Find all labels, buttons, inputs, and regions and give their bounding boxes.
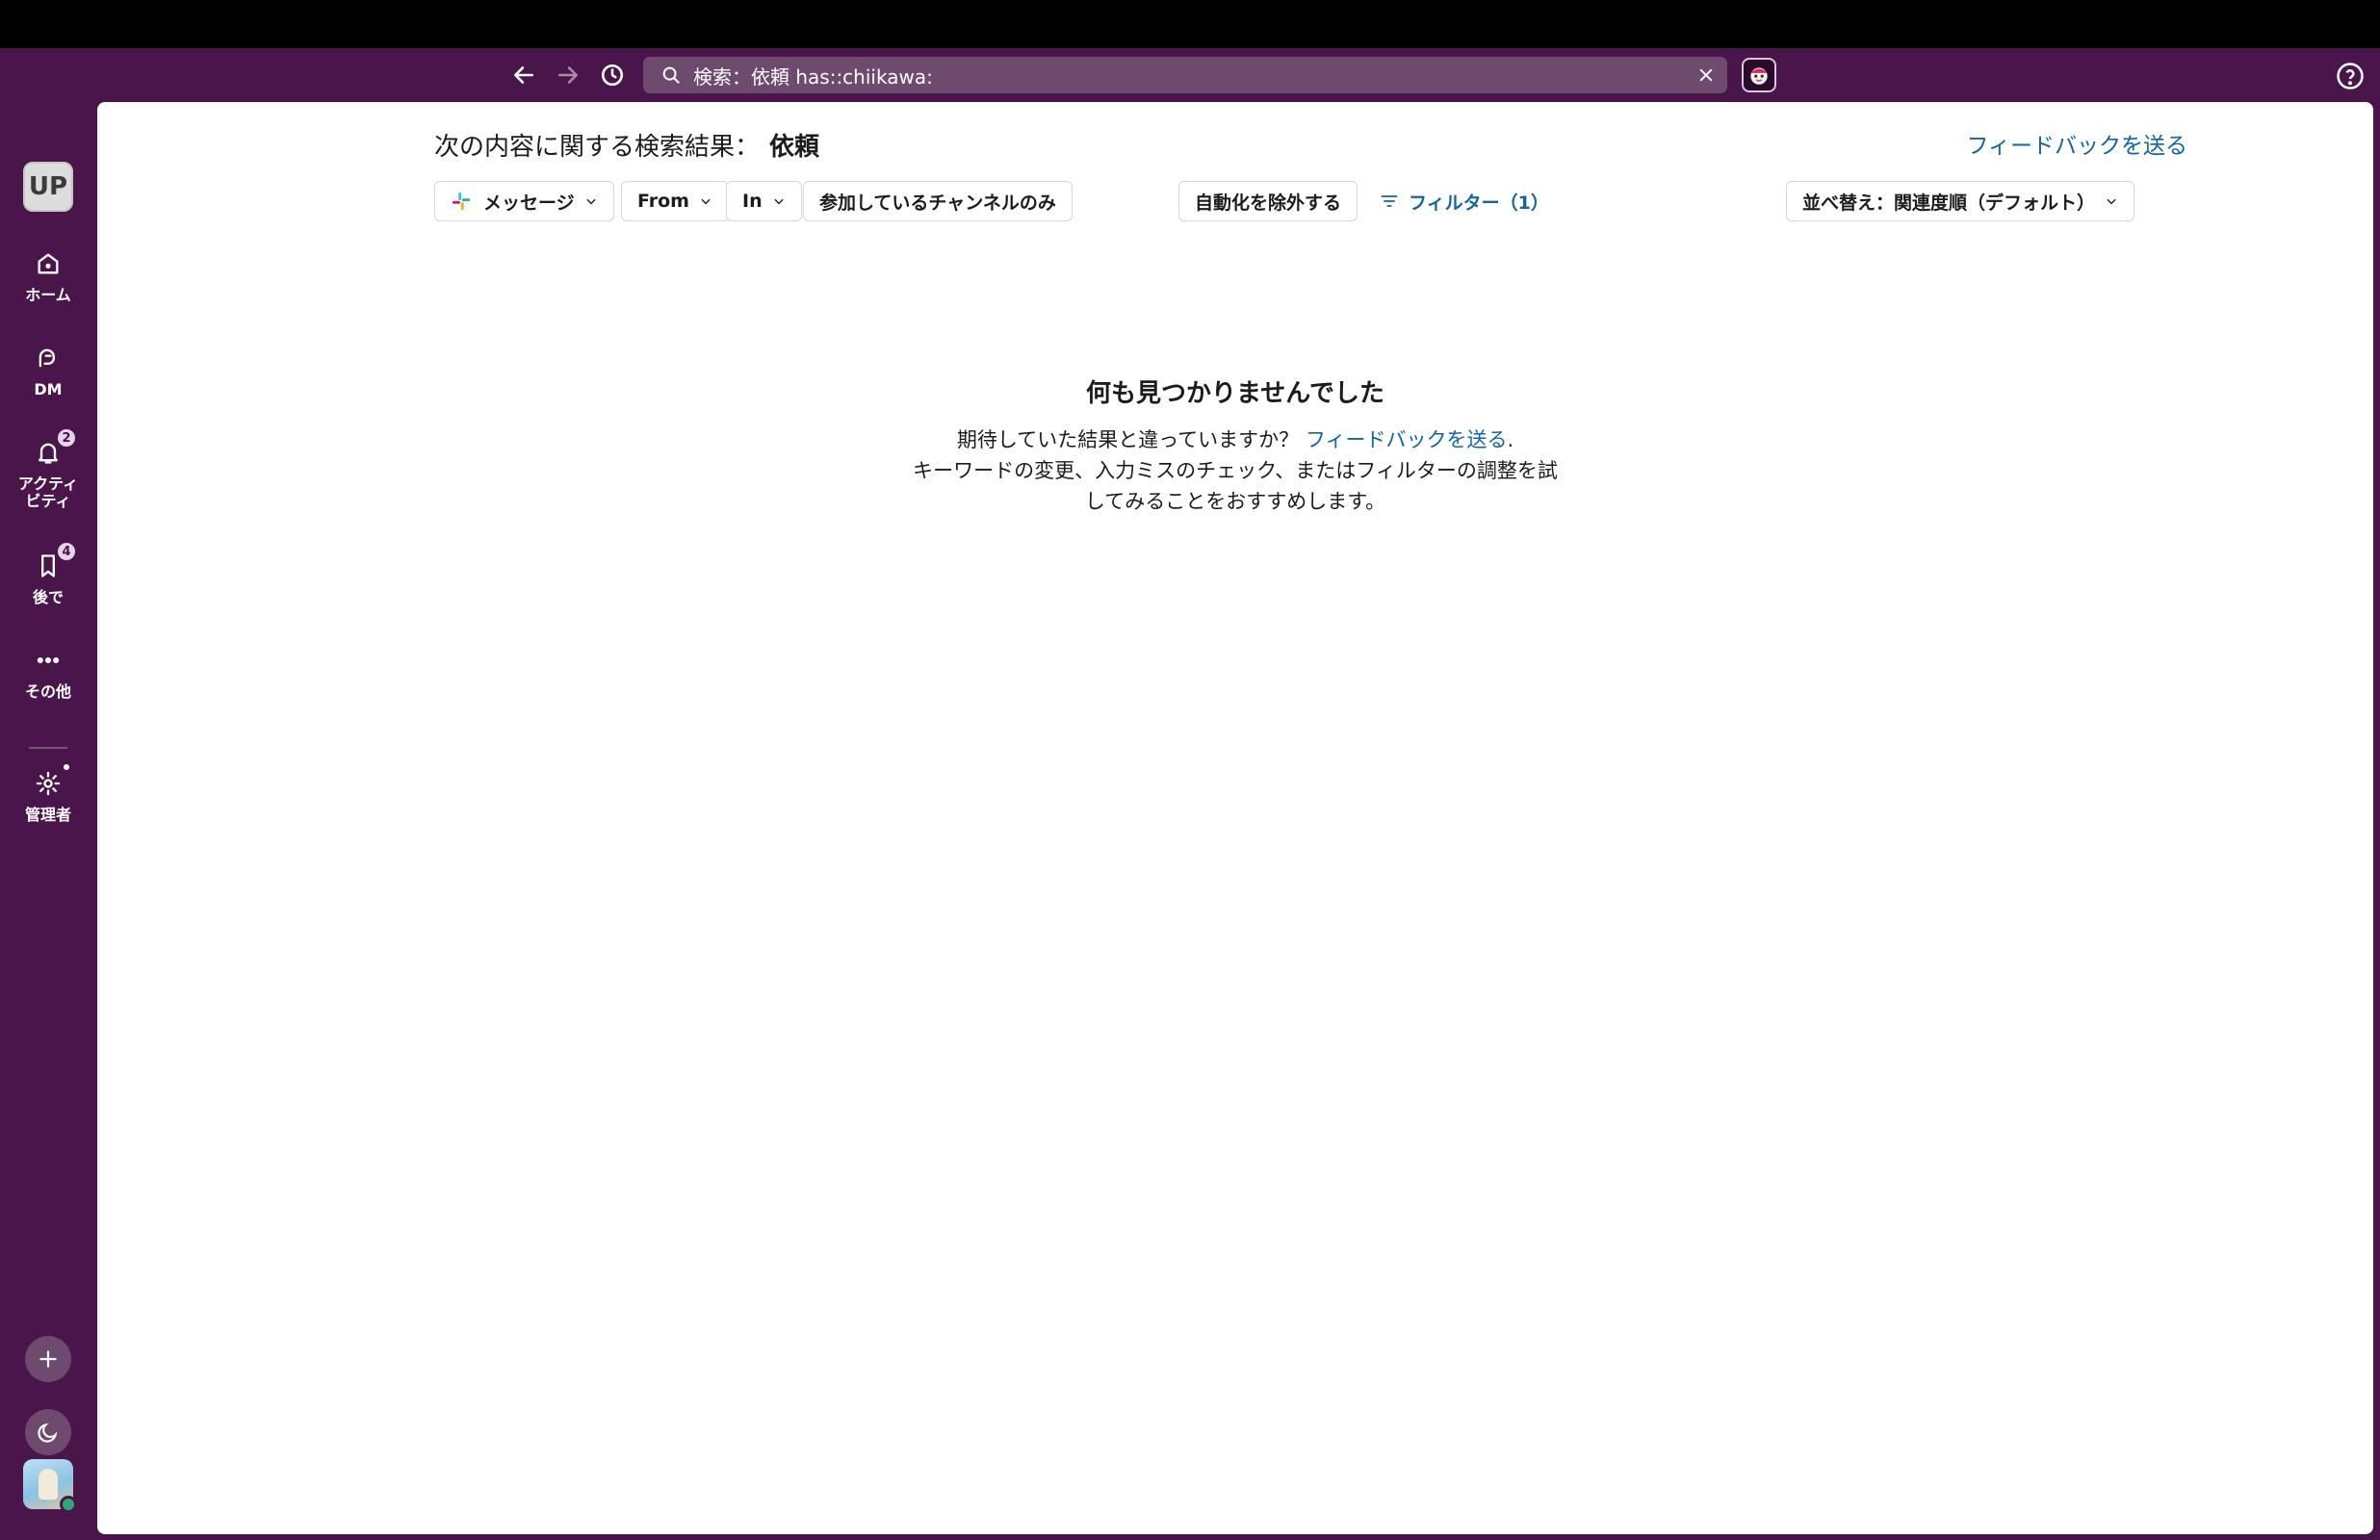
- close-icon: [1699, 68, 1713, 82]
- empty-state-hint-line-1: キーワードの変更、入力ミスのチェック、またはフィルターの調整を試: [913, 459, 1558, 482]
- search-results-panel: 次の内容に関する検索結果： 依頼 フィードバックを送る メッセージ From In: [97, 102, 2373, 1534]
- empty-state-heading: 何も見つかりませんでした: [1086, 379, 1384, 408]
- sidebar-item-label: その他: [24, 682, 71, 701]
- in-filter-dropdown[interactable]: In: [726, 181, 802, 221]
- question-icon: [2337, 63, 2364, 90]
- page-title: 次の内容に関する検索結果： 依頼: [434, 127, 819, 163]
- chevron-down-icon: [774, 198, 784, 205]
- forward-button[interactable]: [551, 60, 585, 90]
- top-bar: [0, 48, 2380, 102]
- clear-search-button[interactable]: [1689, 58, 1723, 92]
- dm-icon: [39, 348, 55, 368]
- title-prefix: 次の内容に関する検索結果：: [434, 133, 761, 162]
- message-type-label: メッセージ: [483, 192, 575, 214]
- add-button[interactable]: [25, 1336, 71, 1382]
- clock-icon: [601, 64, 624, 87]
- ai-assistant-icon: [1750, 67, 1768, 85]
- empty-state: 何も見つかりませんでした 期待していた結果と違っていますか？ フィードバックを送…: [97, 373, 2373, 517]
- sidebar-item-home[interactable]: ホーム: [0, 244, 96, 304]
- joined-channels-only-button[interactable]: 参加しているチャンネルのみ: [803, 181, 1073, 221]
- dark-mode-toggle[interactable]: [25, 1409, 71, 1455]
- admin-notification-dot: [62, 762, 71, 772]
- help-button[interactable]: [2336, 62, 2365, 90]
- empty-state-hint-line-2: してみることをおすすめします。: [1084, 490, 1386, 513]
- avatar-figure: [39, 1469, 58, 1500]
- ai-assistant-button[interactable]: [1742, 58, 1776, 92]
- chevron-down-icon: [586, 198, 596, 205]
- from-filter-dropdown[interactable]: From: [621, 181, 729, 221]
- workspace-initials: UP: [28, 172, 68, 201]
- search-bar[interactable]: [643, 57, 1727, 93]
- user-avatar[interactable]: [23, 1459, 77, 1513]
- empty-state-feedback-link[interactable]: フィードバックを送る: [1306, 428, 1508, 451]
- home-icon: [38, 253, 59, 274]
- sidebar-item-activity[interactable]: 2 アクティビティ: [0, 427, 96, 510]
- in-filter-label: In: [742, 191, 763, 212]
- slack-logo-icon: [452, 192, 471, 211]
- sidebar-item-label: 管理者: [24, 806, 71, 824]
- sidebar-item-label: アクティビティ: [17, 475, 79, 510]
- sidebar-item-label: 後で: [32, 588, 64, 606]
- sidebar-item-admin[interactable]: 管理者: [0, 762, 96, 824]
- sidebar-item-more[interactable]: その他: [0, 641, 96, 701]
- sidebar-item-dm[interactable]: DM: [0, 339, 96, 398]
- joined-channels-only-label: 参加しているチャンネルのみ: [819, 192, 1056, 214]
- moon-icon: [38, 1423, 58, 1443]
- workspace-switcher[interactable]: UP: [23, 162, 73, 212]
- filter-label: フィルター（1）: [1409, 192, 1549, 214]
- exclude-automation-button[interactable]: 自動化を除外する: [1178, 181, 1358, 221]
- history-button[interactable]: [595, 60, 630, 90]
- arrow-left-icon: [514, 66, 533, 84]
- gear-icon: [36, 771, 61, 796]
- title-query: 依頼: [769, 133, 820, 162]
- message-type-dropdown[interactable]: メッセージ: [434, 181, 614, 221]
- filter-icon: [1381, 195, 1398, 207]
- more-dots-icon: [37, 656, 60, 664]
- activity-badge: 2: [56, 427, 77, 449]
- feedback-link[interactable]: フィードバックを送る: [1966, 127, 2187, 160]
- chevron-down-icon: [701, 198, 711, 205]
- filter-bar: メッセージ From In 参加しているチャンネルのみ 自動化を除外する フィル…: [434, 181, 2134, 221]
- sidebar: UP ホーム DM 2 アクティビティ 4 後で その他 管理者: [0, 102, 96, 1540]
- sidebar-item-label: DM: [34, 380, 63, 398]
- plus-icon: [39, 1350, 57, 1368]
- presence-status-icon: [60, 1496, 77, 1513]
- sidebar-item-label: ホーム: [25, 286, 71, 304]
- empty-state-line: 期待していた結果と違っていますか？ フィードバックを送る.: [97, 424, 2373, 455]
- sidebar-item-later[interactable]: 4 後で: [0, 541, 96, 606]
- later-badge: 4: [56, 541, 77, 562]
- search-input[interactable]: [693, 59, 1689, 91]
- arrow-right-icon: [558, 66, 578, 84]
- empty-state-prefix: 期待していた結果と違っていますか？: [956, 428, 1306, 451]
- sort-dropdown[interactable]: 並べ替え：関連度順（デフォルト）: [1785, 181, 2134, 221]
- search-icon: [659, 63, 684, 88]
- empty-state-suffix: .: [1507, 428, 1514, 451]
- from-filter-label: From: [637, 191, 689, 212]
- filter-button[interactable]: フィルター（1）: [1372, 181, 1557, 221]
- exclude-automation-label: 自動化を除外する: [1195, 192, 1342, 214]
- app-window: UP ホーム DM 2 アクティビティ 4 後で その他: [0, 48, 2380, 1540]
- sidebar-divider: [29, 747, 67, 749]
- back-button[interactable]: [506, 60, 541, 90]
- sort-label: 並べ替え：関連度順（デフォルト）: [1801, 192, 2095, 214]
- chevron-down-icon: [2107, 198, 2116, 205]
